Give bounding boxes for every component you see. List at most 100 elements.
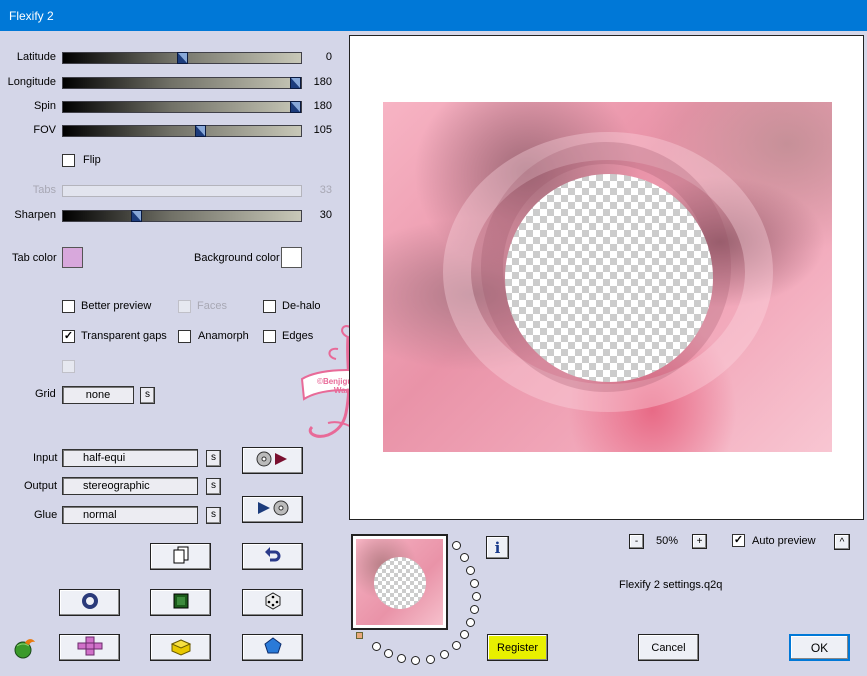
copy-icon bbox=[173, 546, 189, 567]
slider-value-sharpen: 30 bbox=[319, 209, 332, 221]
slider-label-latitude: Latitude bbox=[16, 51, 56, 63]
disabled-checkbox bbox=[62, 360, 75, 373]
slider-value-tabs: 33 bbox=[319, 184, 332, 196]
pentagon-icon bbox=[263, 637, 282, 658]
slider-label-fov: FOV bbox=[33, 124, 56, 136]
frame-icon bbox=[172, 592, 190, 613]
de-halo-label: De-halo bbox=[282, 300, 321, 312]
anamorph-label: Anamorph bbox=[198, 330, 249, 342]
tab-color-swatch[interactable] bbox=[62, 247, 83, 268]
tab-color-label: Tab color bbox=[12, 252, 57, 264]
background-color-swatch[interactable] bbox=[281, 247, 302, 268]
slider-thumb[interactable] bbox=[177, 52, 188, 64]
auto-preview-label: Auto preview bbox=[752, 535, 816, 547]
auto-preview-checkbox[interactable]: ✓ bbox=[732, 534, 745, 547]
preview-image bbox=[383, 102, 832, 452]
preset-dot[interactable] bbox=[372, 642, 381, 651]
transparent-gaps-label: Transparent gaps bbox=[81, 330, 167, 342]
brick-button[interactable] bbox=[150, 634, 211, 661]
grid-label: Grid bbox=[35, 388, 56, 400]
preset-dot[interactable] bbox=[470, 605, 479, 614]
register-button[interactable]: Register bbox=[487, 634, 548, 661]
collapse-button[interactable]: ^ bbox=[834, 534, 850, 550]
input-label: Input bbox=[33, 452, 58, 464]
preset-dot[interactable] bbox=[397, 654, 406, 663]
output-select[interactable]: stereographic bbox=[62, 477, 198, 495]
swap-output-button[interactable] bbox=[242, 496, 303, 523]
slider-label-spin: Spin bbox=[33, 100, 56, 112]
input-select[interactable]: half-equi bbox=[62, 449, 198, 467]
slider-longitude[interactable] bbox=[62, 77, 302, 89]
preset-dot[interactable] bbox=[472, 592, 481, 601]
flip-checkbox[interactable] bbox=[62, 154, 75, 167]
anamorph-checkbox[interactable] bbox=[178, 330, 191, 343]
info-button[interactable]: i bbox=[486, 536, 509, 559]
input-s-button[interactable]: s bbox=[206, 450, 221, 467]
preset-dot[interactable] bbox=[452, 641, 461, 650]
flaming-globe-icon[interactable] bbox=[11, 636, 37, 663]
zoom-out-button[interactable]: - bbox=[629, 534, 644, 549]
preset-dot[interactable] bbox=[466, 618, 475, 627]
copy-button[interactable] bbox=[150, 543, 211, 570]
preset-dot[interactable] bbox=[384, 649, 393, 658]
ok-button[interactable]: OK bbox=[789, 634, 850, 661]
transparent-gap bbox=[505, 174, 713, 382]
preset-dot[interactable] bbox=[470, 579, 479, 588]
preset-dot[interactable] bbox=[411, 656, 420, 665]
preset-dot[interactable] bbox=[460, 553, 469, 562]
pentagon-button[interactable] bbox=[242, 634, 303, 661]
faces-label: Faces bbox=[197, 300, 227, 312]
slider-label-tabs: Tabs bbox=[32, 184, 56, 196]
slider-spin[interactable] bbox=[62, 101, 302, 113]
slider-value-latitude: 0 bbox=[325, 51, 332, 63]
grid-select[interactable]: none bbox=[62, 386, 134, 404]
thumbnail-preview[interactable] bbox=[351, 534, 448, 630]
settings-filename: Flexify 2 settings.q2q bbox=[619, 579, 723, 591]
preset-dot[interactable] bbox=[460, 630, 469, 639]
disc-to-play-icon bbox=[255, 450, 291, 471]
output-label: Output bbox=[24, 480, 58, 492]
brick-icon bbox=[170, 636, 192, 659]
grid-s-button[interactable]: s bbox=[140, 387, 155, 404]
de-halo-checkbox[interactable] bbox=[263, 300, 276, 313]
slider-label-longitude: Longitude bbox=[7, 76, 56, 88]
glue-s-button[interactable]: s bbox=[206, 507, 221, 524]
window-title: Flexify 2 bbox=[9, 9, 54, 23]
slider-fov[interactable] bbox=[62, 125, 302, 137]
glue-select[interactable]: normal bbox=[62, 506, 198, 524]
grid-plus-button[interactable] bbox=[59, 634, 120, 661]
dial-marker[interactable] bbox=[356, 632, 363, 639]
background-color-label: Background color bbox=[194, 252, 280, 264]
swap-input-button[interactable] bbox=[242, 447, 303, 474]
edges-checkbox[interactable] bbox=[263, 330, 276, 343]
better-preview-checkbox[interactable] bbox=[62, 300, 75, 313]
slider-value-longitude: 180 bbox=[313, 76, 332, 88]
ring-button[interactable] bbox=[59, 589, 120, 616]
title-bar: Flexify 2 bbox=[0, 0, 867, 31]
output-s-button[interactable]: s bbox=[206, 478, 221, 495]
flip-label: Flip bbox=[83, 154, 101, 166]
undo-button[interactable] bbox=[242, 543, 303, 570]
slider-value-spin: 180 bbox=[313, 100, 332, 112]
plus-grid-icon bbox=[76, 636, 104, 659]
preset-dot[interactable] bbox=[426, 655, 435, 664]
slider-label-sharpen: Sharpen bbox=[14, 209, 56, 221]
preset-dot[interactable] bbox=[466, 566, 475, 575]
slider-thumb[interactable] bbox=[131, 210, 142, 222]
glue-label: Glue bbox=[34, 509, 58, 521]
preset-dot[interactable] bbox=[452, 541, 461, 550]
zoom-in-button[interactable]: + bbox=[692, 534, 707, 549]
slider-latitude[interactable] bbox=[62, 52, 302, 64]
undo-icon bbox=[264, 546, 282, 567]
frame-button[interactable] bbox=[150, 589, 211, 616]
slider-thumb[interactable] bbox=[195, 125, 206, 137]
transparent-gaps-checkbox[interactable]: ✓ bbox=[62, 330, 75, 343]
preview-pane[interactable] bbox=[349, 35, 864, 520]
faces-checkbox[interactable] bbox=[178, 300, 191, 313]
better-preview-label: Better preview bbox=[81, 300, 152, 312]
cancel-button[interactable]: Cancel bbox=[638, 634, 699, 661]
slider-tabs[interactable] bbox=[62, 185, 302, 197]
preset-dot[interactable] bbox=[440, 650, 449, 659]
slider-sharpen[interactable] bbox=[62, 210, 302, 222]
random-button[interactable] bbox=[242, 589, 303, 616]
